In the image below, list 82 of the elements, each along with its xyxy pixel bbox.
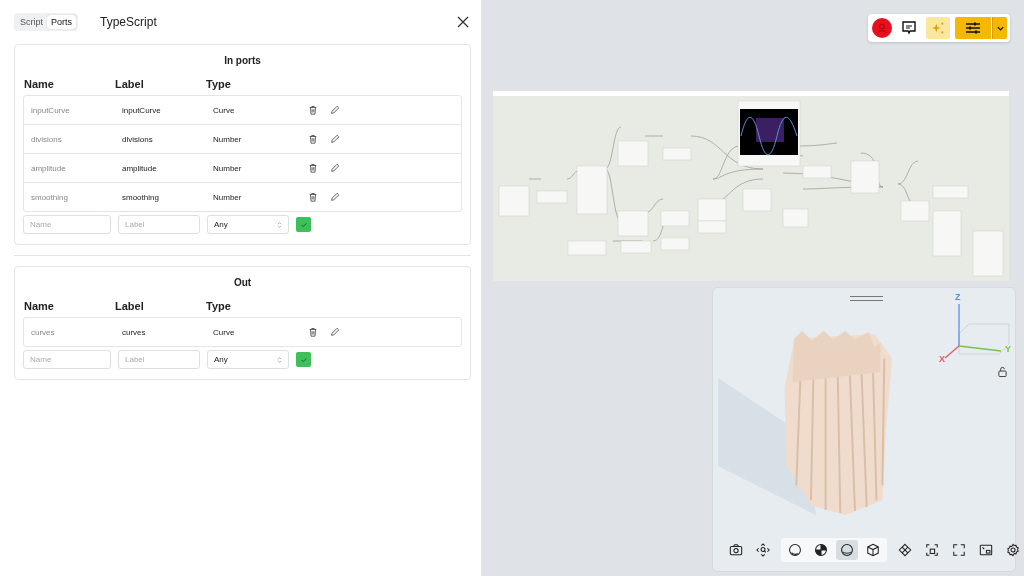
axis-label: Z <box>955 292 961 302</box>
close-icon[interactable] <box>457 16 469 28</box>
tab[interactable]: Ports <box>47 15 77 29</box>
cube-outline <box>958 323 1010 355</box>
graph-node <box>536 190 568 204</box>
port-name: inputCurve <box>31 105 71 115</box>
port-type: Number <box>213 192 243 202</box>
label-input[interactable]: Label <box>118 215 200 234</box>
edit-icon[interactable] <box>330 134 340 144</box>
drag-handle[interactable] <box>850 296 883 301</box>
port-type: Curve <box>213 105 236 115</box>
port-name: curves <box>31 327 56 337</box>
delete-icon[interactable] <box>308 105 318 115</box>
sine-curve <box>740 116 798 156</box>
graph-node <box>617 140 649 167</box>
check-icon <box>299 220 308 229</box>
column-header: Type <box>206 78 232 90</box>
sliders-icon <box>965 20 981 36</box>
unlocked-padlock-icon[interactable] <box>997 366 1008 377</box>
graph-node <box>660 237 690 251</box>
port-label: inputCurve <box>122 105 162 115</box>
graph-node <box>900 200 930 222</box>
sparkle-icon <box>931 21 945 35</box>
port-label: smoothing <box>122 192 160 202</box>
connection-wire <box>897 160 919 185</box>
delete-icon[interactable] <box>308 192 318 202</box>
graph-node <box>662 147 692 161</box>
pan-zoom-icon[interactable] <box>754 540 772 560</box>
graph-node <box>932 185 969 199</box>
column-header: Label <box>115 300 145 312</box>
column-header: Label <box>115 78 145 90</box>
graph-node <box>850 160 880 194</box>
dropdown-button[interactable] <box>992 17 1007 39</box>
port-type: Curve <box>213 327 236 337</box>
axis-label: Y <box>1005 344 1011 354</box>
delete-icon[interactable] <box>308 163 318 173</box>
section-title: In ports <box>223 54 262 68</box>
port-label: curves <box>122 327 147 337</box>
port-type: Number <box>213 163 243 173</box>
edit-icon[interactable] <box>330 163 340 173</box>
check-icon <box>299 355 308 364</box>
graph-node <box>498 185 530 217</box>
connection-wire <box>644 135 664 137</box>
label-input[interactable]: Label <box>118 350 200 369</box>
updown-caret-icon <box>277 220 282 229</box>
section-title: Out <box>232 276 253 290</box>
comment-icon[interactable] <box>901 20 917 36</box>
graph-node <box>932 210 962 257</box>
type-select[interactable]: Any <box>207 350 289 369</box>
graph-node <box>972 230 1004 277</box>
column-header: Name <box>24 78 55 90</box>
port-name: amplitude <box>31 163 67 173</box>
column-header: Type <box>206 300 232 312</box>
port-label: divisions <box>122 134 154 144</box>
edit-icon[interactable] <box>330 192 340 202</box>
port-type: Number <box>213 134 243 144</box>
axis-label: X <box>939 354 945 364</box>
port-name: divisions <box>31 134 63 144</box>
name-input[interactable]: Name <box>23 215 111 234</box>
port-name: smoothing <box>31 192 69 202</box>
port-label: amplitude <box>122 163 158 173</box>
delete-icon[interactable] <box>308 134 318 144</box>
editor-title: TypeScript <box>100 15 157 29</box>
column-header: Name <box>24 300 55 312</box>
sliders-button[interactable] <box>955 17 991 39</box>
graph-node <box>620 240 652 254</box>
name-input[interactable]: Name <box>23 350 111 369</box>
updown-caret-icon <box>277 355 282 364</box>
edit-icon[interactable] <box>330 327 340 337</box>
graph-node <box>782 208 809 228</box>
type-select[interactable]: Any <box>207 215 289 234</box>
tab[interactable]: Script <box>16 15 47 29</box>
delete-icon[interactable] <box>308 327 318 337</box>
edit-icon[interactable] <box>330 105 340 115</box>
graph-node <box>742 188 772 212</box>
graph-node <box>617 210 649 237</box>
connection-wire <box>528 178 542 180</box>
avatar-icon[interactable] <box>872 18 892 38</box>
highlight-region <box>756 118 784 142</box>
graph-node <box>567 240 607 256</box>
graph-node <box>576 165 608 215</box>
graph-node <box>660 210 690 227</box>
